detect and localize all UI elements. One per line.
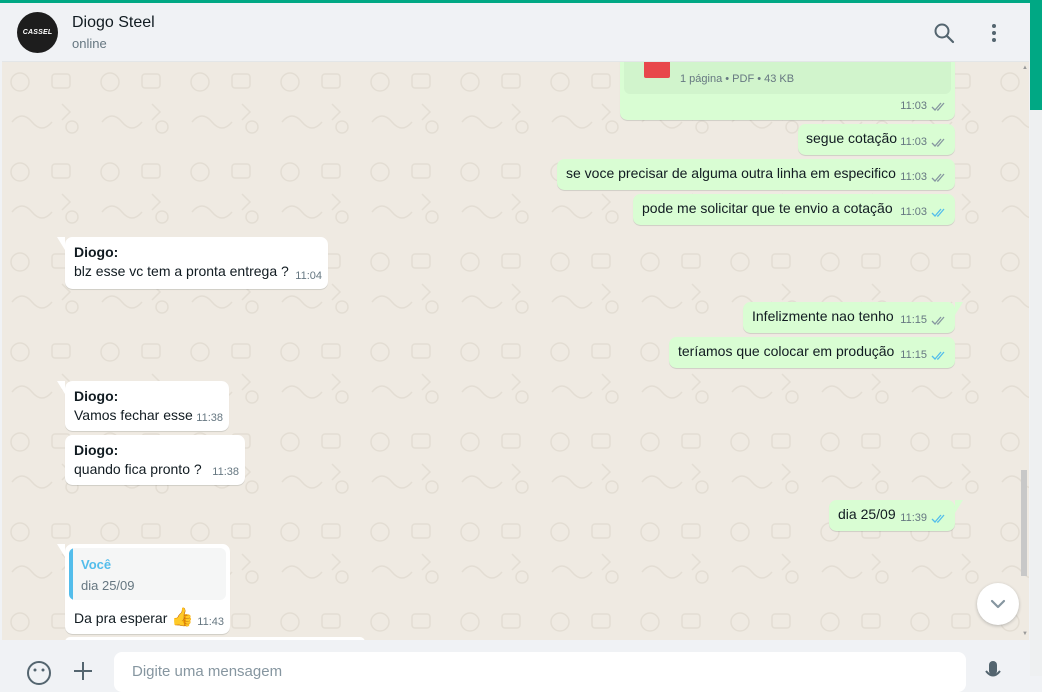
- message-text: teríamos que colocar em produção: [678, 343, 895, 359]
- message-meta: 11:03: [900, 133, 947, 152]
- menu-icon[interactable]: [982, 21, 1006, 45]
- double-check-icon: [931, 102, 945, 111]
- message-text: se voce precisar de alguma outra linha e…: [566, 165, 896, 181]
- scroll-to-bottom-button[interactable]: [977, 583, 1019, 625]
- message-time: 11:39: [900, 512, 927, 524]
- outgoing-message[interactable]: Infelizmente nao tenho 11:15: [743, 302, 963, 333]
- message-time: 11:38: [196, 412, 223, 424]
- message-text: blz esse vc tem a pronta entrega ?: [74, 263, 289, 279]
- message-input[interactable]: [130, 662, 954, 681]
- quote-bar: [69, 548, 73, 600]
- double-check-icon: [931, 173, 945, 182]
- incoming-message[interactable]: Diogo: quando fica pronto ? 11:38: [65, 435, 245, 485]
- message-meta: 11:03: [900, 168, 947, 187]
- outgoing-message[interactable]: pode me solicitar que te envio a cotação…: [633, 194, 955, 225]
- document-message[interactable]: 1 página • PDF • 43 KB 11:03: [620, 62, 955, 120]
- contact-name[interactable]: Diogo Steel: [72, 14, 155, 32]
- outgoing-message[interactable]: segue cotação 11:03: [798, 124, 955, 155]
- mic-icon[interactable]: [984, 660, 1002, 686]
- emoji-icon[interactable]: [26, 660, 52, 686]
- scrollbar-thumb[interactable]: [1021, 470, 1027, 576]
- bubble-tail: [955, 500, 963, 513]
- message-meta: 11:15: [900, 346, 947, 365]
- message-text: pode me solicitar que te envio a cotação: [642, 200, 893, 216]
- chevron-down-icon: [990, 599, 1006, 609]
- bubble-tail: [57, 544, 65, 557]
- message-text-row: Da pra esperar 👍: [74, 608, 194, 628]
- message-time: 11:15: [900, 314, 927, 326]
- outgoing-message[interactable]: se voce precisar de alguma outra linha e…: [557, 159, 955, 190]
- message-meta: 11:03: [900, 97, 947, 116]
- bubble-tail: [57, 237, 65, 250]
- message-time: 11:43: [197, 616, 224, 628]
- scroll-down-arrow[interactable]: ▼: [1021, 630, 1029, 638]
- message-time: 11:03: [900, 136, 927, 148]
- message-composer: [2, 640, 1029, 692]
- outgoing-message[interactable]: dia 25/09 11:39: [829, 500, 963, 531]
- attach-icon[interactable]: [72, 660, 94, 682]
- quote-author: Você: [81, 557, 112, 572]
- incoming-message[interactable]: Diogo: Vamos fechar esse 11:38: [57, 381, 229, 431]
- double-check-icon: [931, 316, 945, 325]
- incoming-reply-message[interactable]: Você dia 25/09 Da pra esperar 👍 11:43: [57, 544, 230, 634]
- document-preview[interactable]: 1 página • PDF • 43 KB: [624, 62, 951, 94]
- document-meta: 1 página • PDF • 43 KB: [680, 73, 795, 85]
- message-text: dia 25/09: [838, 506, 896, 522]
- message-text: Vamos fechar esse: [74, 407, 193, 423]
- message-meta: 11:15: [900, 311, 947, 330]
- quoted-message[interactable]: Você dia 25/09: [69, 548, 226, 600]
- message-time: 11:15: [900, 349, 927, 361]
- window-right-edge: [1030, 0, 1042, 676]
- bubble-tail: [955, 302, 963, 315]
- message-time: 11:03: [900, 206, 927, 218]
- contact-status: online: [72, 36, 107, 51]
- avatar[interactable]: CASSEL: [17, 12, 58, 53]
- double-check-icon: [931, 208, 945, 217]
- message-time: 11:03: [900, 100, 927, 112]
- pdf-icon: [644, 62, 670, 78]
- message-time: 11:03: [900, 171, 927, 183]
- message-text: segue cotação: [806, 130, 898, 146]
- chat-area[interactable]: 1 página • PDF • 43 KB 11:03 segue cotaç…: [2, 62, 1029, 640]
- search-icon[interactable]: [932, 21, 956, 45]
- incoming-message[interactable]: Diogo: blz esse vc tem a pronta entrega …: [57, 237, 328, 289]
- double-check-icon: [931, 351, 945, 360]
- message-text: quando fica pronto ?: [74, 461, 202, 477]
- quote-text: dia 25/09: [81, 578, 135, 593]
- sender-name: Diogo:: [74, 388, 119, 404]
- message-time: 11:04: [295, 270, 322, 282]
- message-meta: 11:39: [900, 509, 947, 528]
- outgoing-message[interactable]: teríamos que colocar em produção 11:15: [669, 337, 955, 368]
- scroll-up-arrow[interactable]: ▲: [1021, 64, 1029, 72]
- message-input-box[interactable]: [114, 652, 966, 692]
- avatar-logo-text: CASSEL: [22, 29, 53, 36]
- double-check-icon: [931, 514, 945, 523]
- message-time: 11:38: [212, 466, 239, 478]
- double-check-icon: [931, 138, 945, 147]
- sender-name: Diogo:: [74, 244, 119, 260]
- thumbs-up-emoji: 👍: [171, 607, 194, 627]
- message-text: Infelizmente nao tenho: [752, 308, 894, 324]
- sender-name: Diogo:: [74, 442, 119, 458]
- message-meta: 11:03: [900, 203, 947, 222]
- chat-header[interactable]: CASSEL Diogo Steel online: [2, 3, 1029, 62]
- bubble-tail: [57, 381, 65, 394]
- message-text: Da pra esperar: [74, 610, 168, 626]
